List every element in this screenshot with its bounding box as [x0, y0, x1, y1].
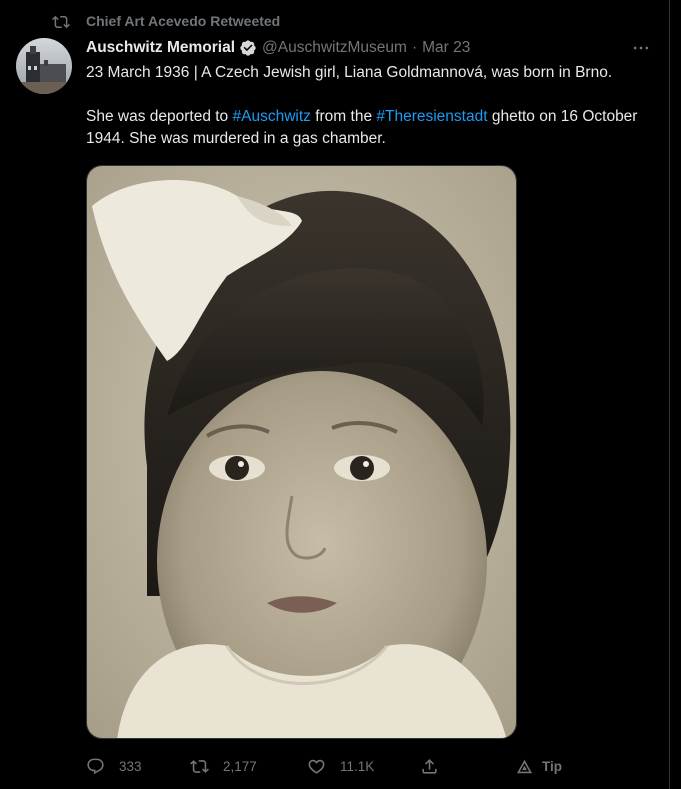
author-handle[interactable]: @AuschwitzMuseum: [262, 39, 407, 57]
text-segment: from the: [310, 108, 377, 125]
like-button[interactable]: 11.1K: [307, 752, 374, 780]
retweet-icon: [52, 15, 70, 29]
more-icon: [633, 46, 649, 50]
tweet-paragraph-2: She was deported to #Auschwitz from the …: [86, 106, 656, 150]
tweet-container: Chief Art Acevedo Retweeted Auschwitz Me…: [0, 0, 670, 789]
hashtag-link-theresienstadt[interactable]: #Theresienstadt: [376, 108, 487, 125]
retweet-context[interactable]: Chief Art Acevedo Retweeted: [86, 13, 280, 29]
hashtag-link-auschwitz[interactable]: #Auschwitz: [233, 108, 311, 125]
reply-count: 333: [119, 758, 142, 774]
tweet-date[interactable]: Mar 23: [422, 39, 470, 57]
tweet-photo[interactable]: [86, 165, 517, 739]
tweet-paragraph-1: 23 March 1936 | A Czech Jewish girl, Lia…: [86, 64, 613, 81]
retweet-count: 2,177: [223, 758, 257, 774]
reply-button[interactable]: 333: [86, 752, 142, 780]
avatar-image: [16, 38, 72, 94]
tip-icon: [516, 759, 533, 773]
more-options-button[interactable]: [629, 38, 653, 58]
share-icon: [422, 758, 437, 774]
tweet-text: 23 March 1936 | A Czech Jewish girl, Lia…: [86, 62, 656, 172]
verified-badge-icon: [240, 40, 256, 56]
reply-icon: [87, 758, 104, 774]
tweet-header: Auschwitz Memorial @AuschwitzMuseum · Ma…: [86, 37, 639, 59]
like-count: 11.1K: [340, 758, 375, 774]
author-name[interactable]: Auschwitz Memorial: [86, 39, 235, 57]
retweet-button[interactable]: 2,177: [190, 752, 257, 780]
separator: ·: [411, 39, 418, 56]
retweet-icon: [190, 759, 209, 773]
tip-button[interactable]: Tip: [515, 752, 562, 780]
tweet-actions: 333 2,177 11.1K Tip: [86, 752, 566, 780]
tip-label: Tip: [542, 758, 562, 774]
text-segment: She was deported to: [86, 108, 233, 125]
avatar[interactable]: [16, 38, 72, 94]
share-button[interactable]: [420, 752, 439, 780]
portrait-image: [87, 166, 516, 738]
heart-icon: [308, 759, 325, 774]
